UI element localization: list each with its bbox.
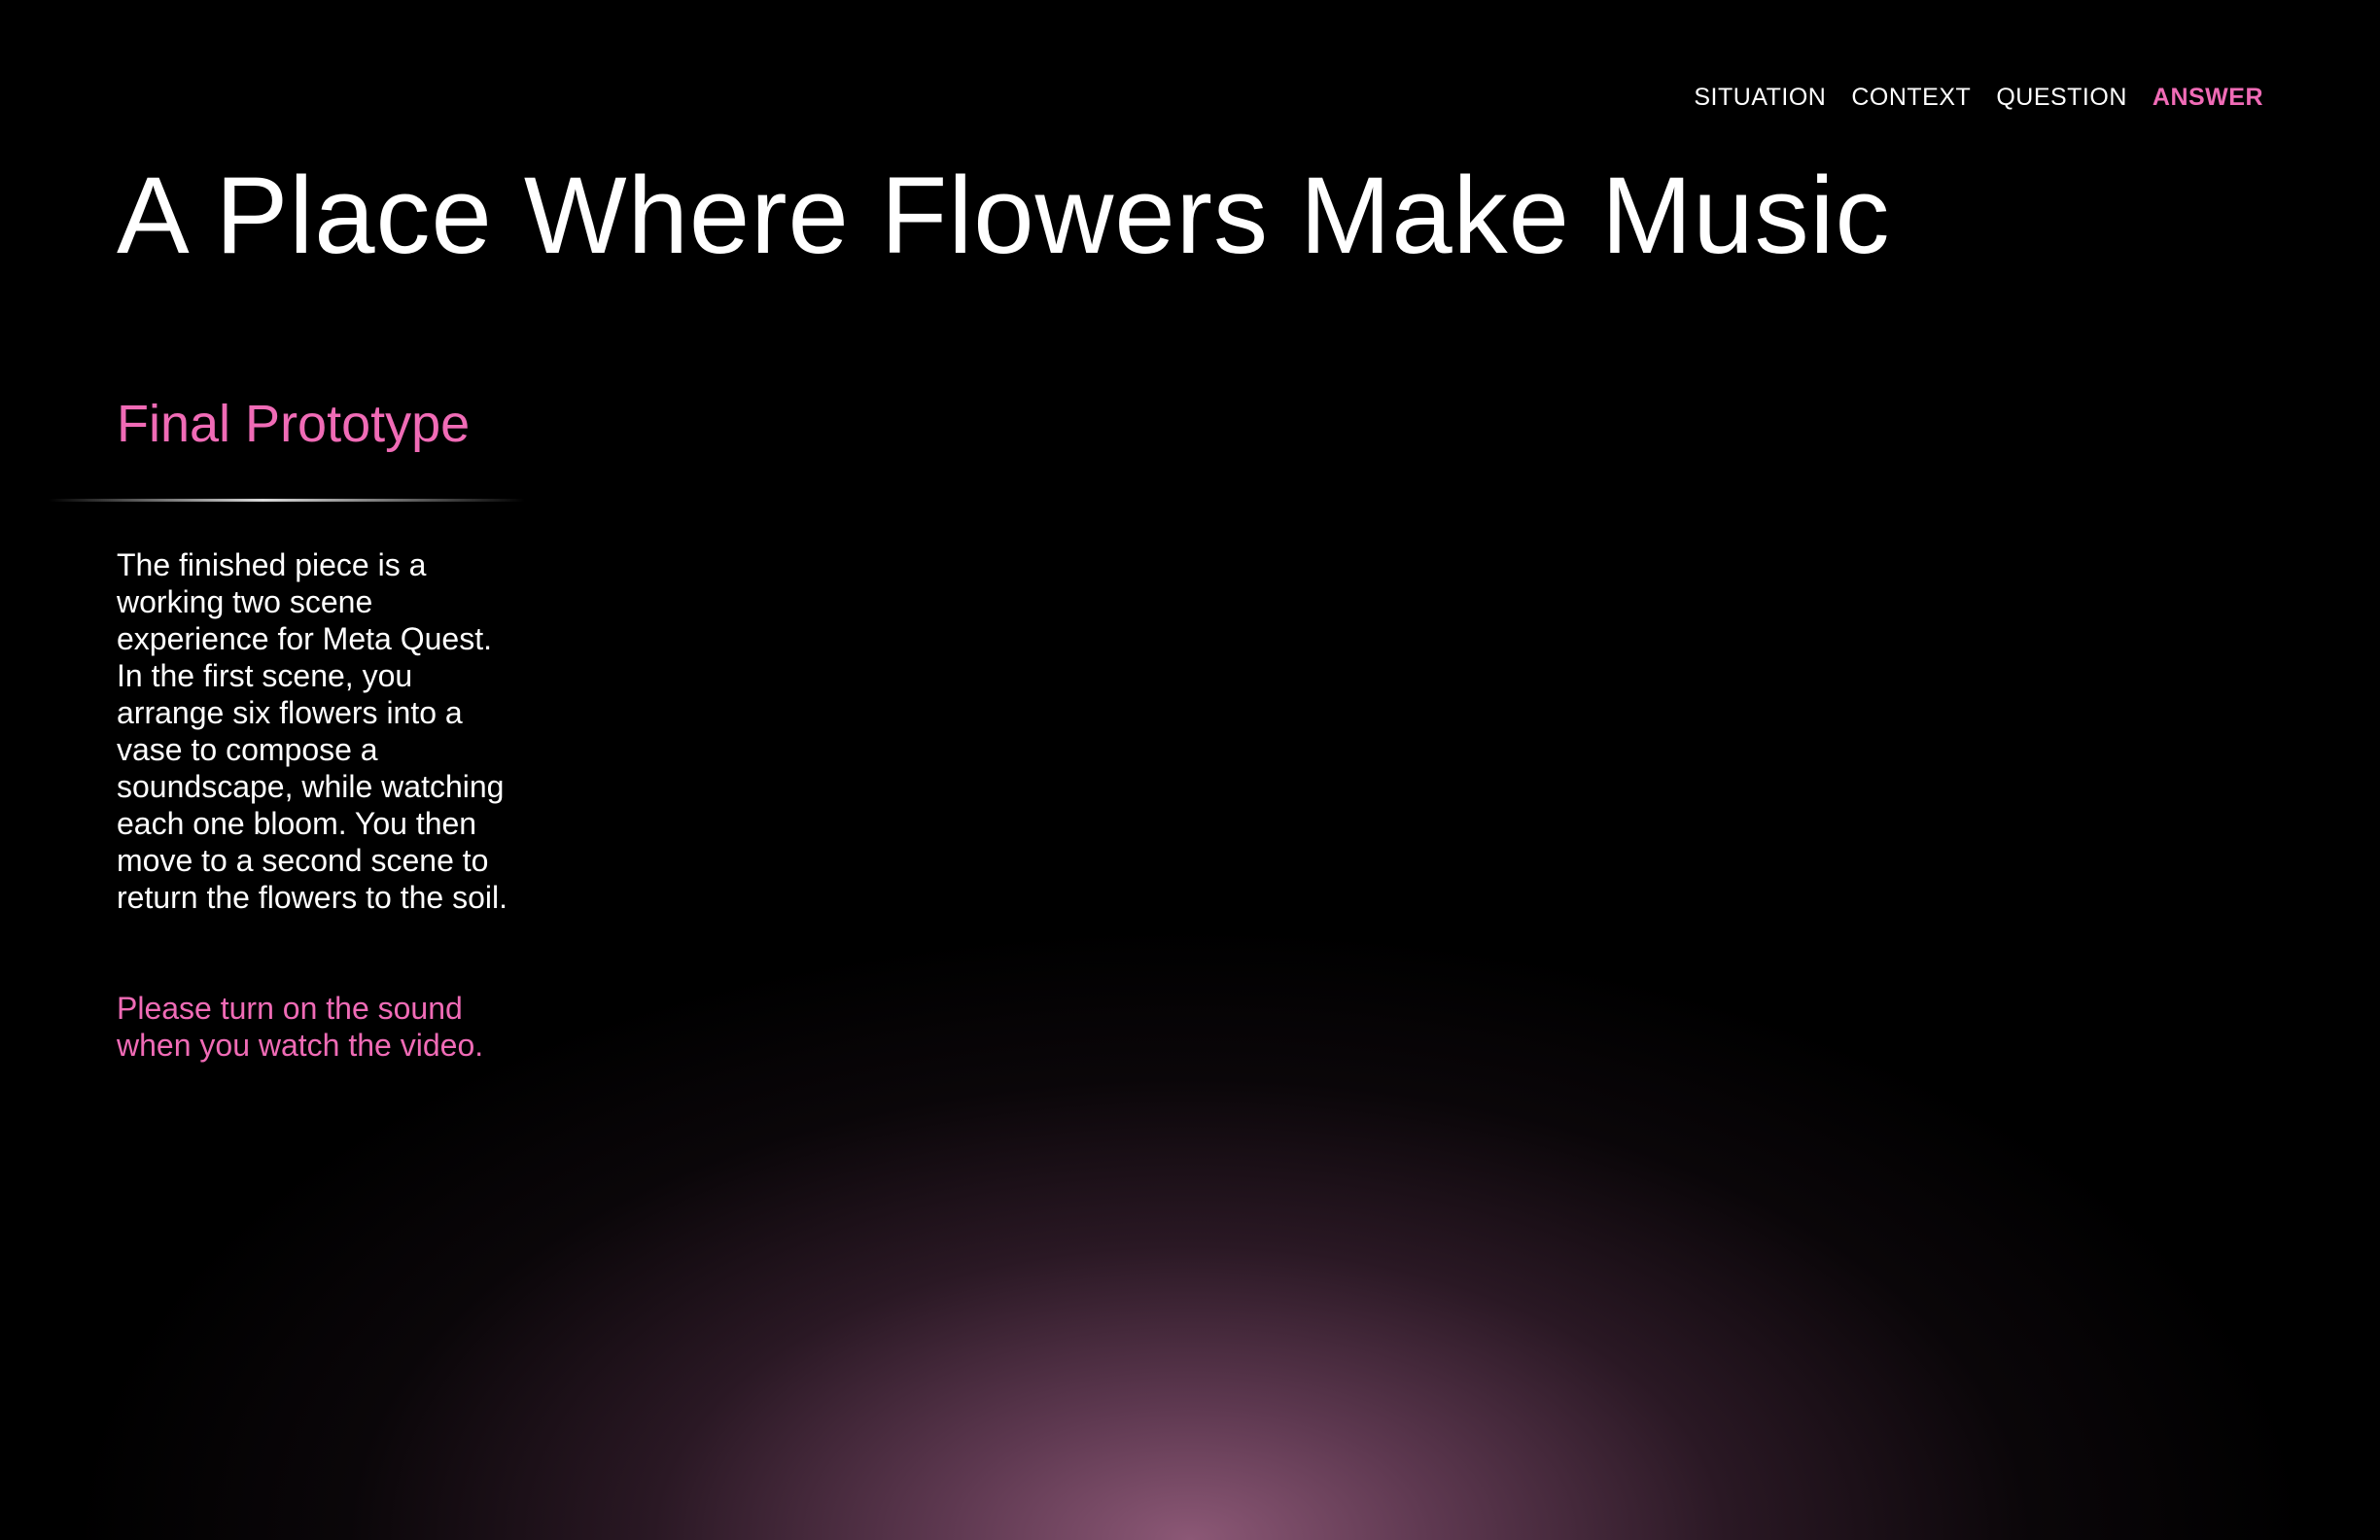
nav-item-answer[interactable]: ANSWER bbox=[2152, 84, 2263, 112]
sound-note: Please turn on the sound when you watch … bbox=[117, 991, 484, 1063]
section-divider bbox=[49, 499, 525, 502]
page-title: A Place Where Flowers Make Music bbox=[117, 155, 1891, 276]
nav-item-question[interactable]: QUESTION bbox=[1996, 84, 2127, 112]
nav-item-context[interactable]: CONTEXT bbox=[1851, 84, 1971, 112]
nav-item-situation[interactable]: SITUATION bbox=[1694, 84, 1826, 112]
section-body: The finished piece is a working two scen… bbox=[117, 547, 508, 915]
section-heading: Final Prototype bbox=[117, 395, 471, 453]
top-nav: SITUATION CONTEXT QUESTION ANSWER bbox=[1694, 84, 2263, 112]
